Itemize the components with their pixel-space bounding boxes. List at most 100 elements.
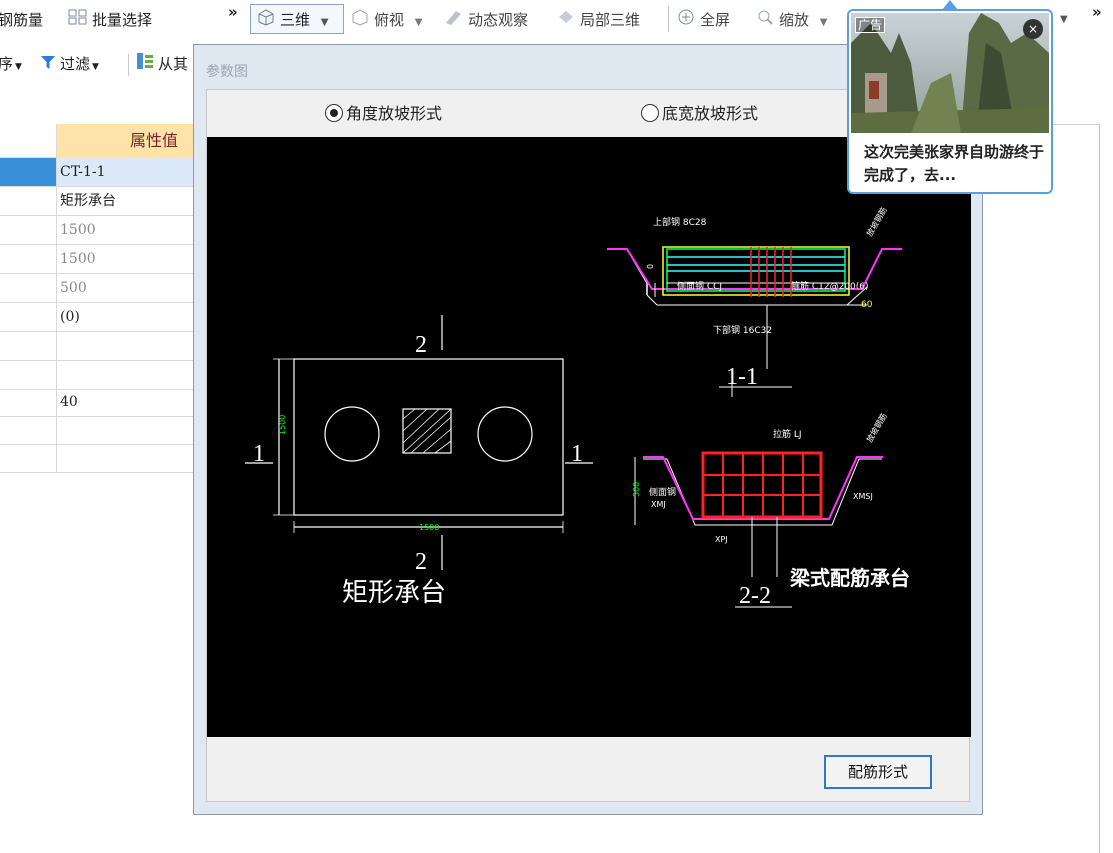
- row-value-cell[interactable]: 40: [56, 388, 196, 416]
- row-label-cell[interactable]: [0, 158, 56, 186]
- table-row[interactable]: 矩形承台: [0, 187, 196, 216]
- toolbar-divider: [128, 54, 129, 76]
- copy-from-button[interactable]: 从其: [136, 52, 188, 76]
- ad-popup[interactable]: 广告 × 这次完美张家界自助游终于完成了，去...: [847, 9, 1053, 194]
- chevron-down-icon: ▼: [320, 17, 329, 28]
- slope-bar-label-1: 放坡钢筋: [864, 205, 889, 238]
- fullscreen-icon: [676, 8, 696, 33]
- section-2-2-title: 2-2: [739, 583, 771, 609]
- sort-button[interactable]: 序 ▼: [0, 52, 22, 76]
- row-label-cell[interactable]: [0, 274, 56, 302]
- radio-bottom-width-slope[interactable]: 底宽放坡形式: [641, 102, 758, 126]
- zoom-button[interactable]: 缩放 ▼: [755, 8, 828, 32]
- row-value-cell[interactable]: [56, 332, 196, 360]
- pile-circle-left: [324, 406, 380, 462]
- row-label-cell[interactable]: [0, 187, 56, 215]
- row-value-cell[interactable]: 1500: [56, 245, 196, 273]
- row-label-cell[interactable]: [0, 245, 56, 273]
- row-label-cell[interactable]: [0, 444, 56, 472]
- xmsj-label: XMSJ: [853, 492, 873, 501]
- side-bar-label: 侧面钢 CCJ: [677, 280, 722, 292]
- cad-drawing: 1500 1500 2 2 1 1 矩形承台 0 上部钢 8C28 侧面钢 CC…: [245, 205, 910, 609]
- zero-label: 0: [646, 264, 655, 269]
- view-3d-label: 三维: [280, 11, 311, 29]
- cube-icon: [256, 8, 276, 33]
- toolbar-overflow-button-2[interactable]: »: [1092, 0, 1102, 24]
- table-row[interactable]: CT-1-1: [0, 158, 196, 187]
- secondary-toolbar: 序 ▼ 过滤 ▼ 从其: [0, 40, 200, 90]
- row-label-cell[interactable]: [0, 332, 56, 360]
- radio-selected-icon: [325, 104, 343, 122]
- ad-image[interactable]: 广告 ×: [851, 13, 1049, 133]
- row-label-cell[interactable]: [0, 416, 56, 444]
- batch-select-icon: [68, 8, 88, 33]
- section-label-2-top: 2: [415, 332, 427, 358]
- dim-1500-vertical: 1500: [278, 415, 287, 435]
- table-row[interactable]: 500: [0, 274, 196, 303]
- table-row[interactable]: [0, 416, 196, 445]
- table-row[interactable]: [0, 444, 196, 473]
- section-1-1-title: 1-1: [726, 364, 758, 390]
- pile-circle-right: [477, 406, 533, 462]
- dialog-body: 角度放坡形式 底宽放坡形式 1500 1500 2 2 1 1 矩形承台 0 上…: [206, 89, 971, 802]
- ad-tag: 广告: [855, 17, 886, 33]
- batch-select-label: 批量选择: [92, 11, 153, 29]
- radio-bottom-label: 底宽放坡形式: [662, 104, 759, 123]
- sort-label: 序: [0, 55, 14, 73]
- row-label-cell[interactable]: [0, 216, 56, 244]
- top-view-icon: [350, 8, 370, 33]
- view-top-label: 俯视: [374, 11, 405, 29]
- fullscreen-button[interactable]: 全屏: [676, 8, 730, 32]
- table-row[interactable]: [0, 332, 196, 361]
- row-value-cell[interactable]: CT-1-1: [56, 158, 196, 186]
- table-row[interactable]: (0): [0, 303, 196, 332]
- batch-select-button[interactable]: 批量选择: [68, 8, 152, 32]
- row-value-cell[interactable]: 1500: [56, 216, 196, 244]
- row-value-cell[interactable]: 矩形承台: [56, 187, 196, 215]
- slope-bar-label-2: 放坡钢筋: [864, 411, 889, 444]
- rebar-config-button[interactable]: 配筋形式: [824, 755, 932, 789]
- view-top-button[interactable]: 俯视 ▼: [350, 8, 423, 32]
- row-label-cell[interactable]: [0, 303, 56, 331]
- chevron-down-icon: ▼: [15, 62, 22, 72]
- view-3d-label-wrap: 三维 ▼: [256, 8, 329, 32]
- radio-unselected-icon: [641, 104, 659, 122]
- section-label-2-bottom: 2: [415, 549, 427, 575]
- row-value-cell[interactable]: 500: [56, 274, 196, 302]
- dim-1500-horizontal: 1500: [419, 523, 439, 532]
- close-icon[interactable]: ×: [1023, 19, 1043, 39]
- ad-text[interactable]: 这次完美张家界自助游终于完成了，去...: [864, 141, 1044, 187]
- header-property-value: 属性值: [56, 124, 196, 158]
- radio-angle-slope[interactable]: 角度放坡形式: [325, 102, 442, 126]
- xmj-label: XMJ: [651, 500, 666, 509]
- table-row[interactable]: 40: [0, 388, 196, 417]
- local-3d-button[interactable]: 局部三维: [556, 8, 640, 32]
- section-label-1-left: 1: [253, 441, 265, 467]
- row-value-cell[interactable]: [56, 361, 196, 389]
- row-value-cell[interactable]: [56, 416, 196, 444]
- orbit-icon: [444, 8, 464, 33]
- angle-60-label: 60: [861, 300, 873, 310]
- toolbar-divider: [668, 6, 669, 32]
- section-label-1-right: 1: [571, 441, 583, 467]
- parameter-drawing-canvas: 1500 1500 2 2 1 1 矩形承台 0 上部钢 8C28 侧面钢 CC…: [207, 137, 971, 737]
- row-value-cell[interactable]: [56, 444, 196, 472]
- toolbar-overflow-button[interactable]: »: [228, 0, 238, 24]
- table-row[interactable]: 1500: [0, 216, 196, 245]
- copy-from-label: 从其: [158, 55, 189, 73]
- chevron-down-icon[interactable]: ▼: [1060, 8, 1068, 32]
- orbit-label: 动态观察: [468, 11, 529, 29]
- row-label-cell[interactable]: [0, 388, 56, 416]
- orbit-button[interactable]: 动态观察: [444, 8, 528, 32]
- chevron-down-icon: ▼: [819, 17, 828, 28]
- row-value-cell[interactable]: (0): [56, 303, 196, 331]
- stirrup-label: 箍筋 C12@200(6): [791, 280, 869, 292]
- zoom-icon: [755, 8, 775, 33]
- chevron-down-icon: ▼: [92, 62, 99, 72]
- local-3d-label: 局部三维: [580, 11, 641, 29]
- table-row[interactable]: [0, 361, 196, 390]
- table-row[interactable]: 1500: [0, 245, 196, 274]
- rebar-amount-button[interactable]: 钢筋量: [0, 8, 43, 32]
- row-label-cell[interactable]: [0, 361, 56, 389]
- filter-button[interactable]: 过滤 ▼: [40, 52, 99, 76]
